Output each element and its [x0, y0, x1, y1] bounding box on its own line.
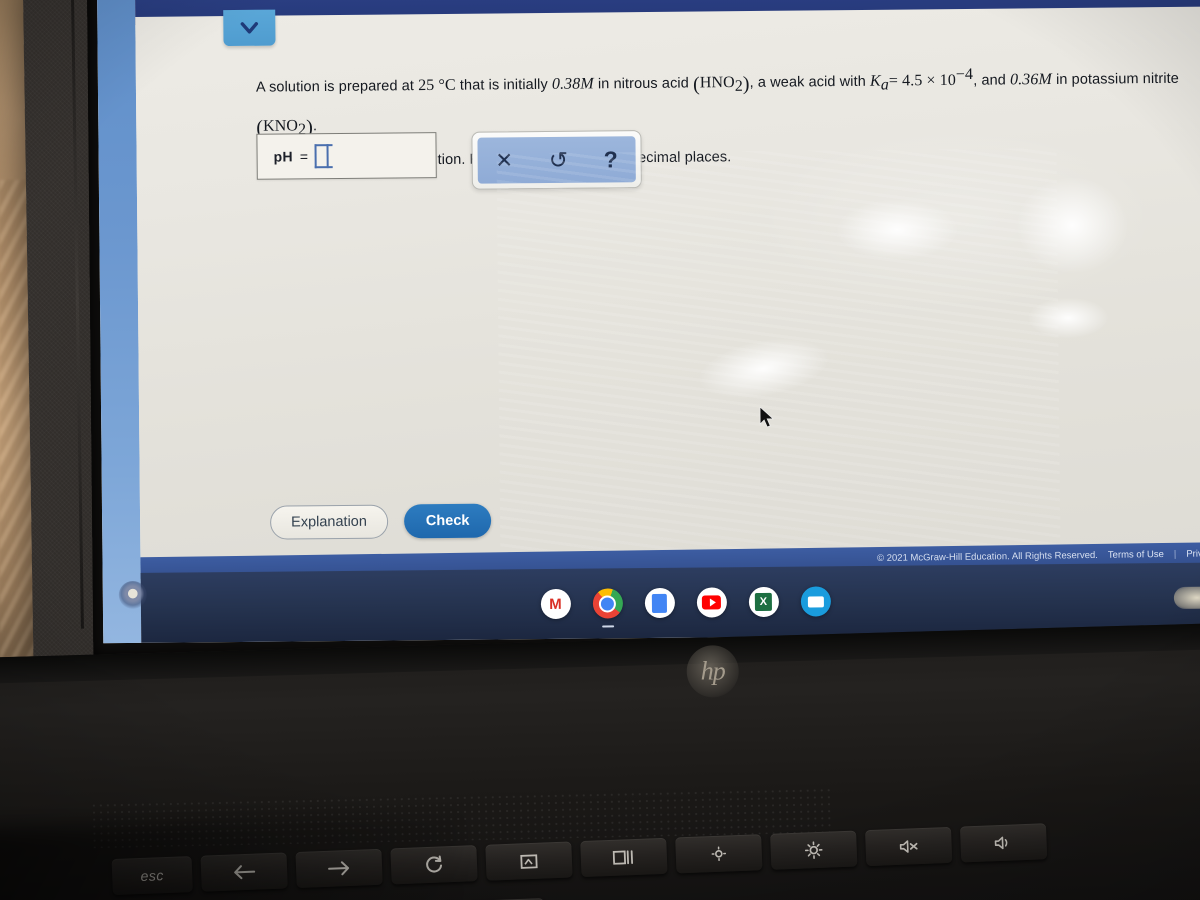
youtube-icon[interactable] — [696, 587, 727, 618]
ka-symbol: K — [869, 72, 881, 90]
laptop-base: hp esc ^ & * — [0, 621, 1200, 900]
salt-formula: KNO — [262, 117, 299, 135]
key-mute[interactable] — [865, 826, 953, 867]
problem-text-3: in nitrous acid — [597, 75, 689, 93]
math-toolbar: ✕ ↺ ? — [471, 130, 642, 190]
screen-sheen — [496, 148, 1061, 574]
key-brightness-down[interactable] — [675, 834, 763, 874]
problem-text-end: . — [312, 118, 318, 135]
key-overview-windows[interactable] — [580, 837, 668, 878]
ka-value: = 4.5 × 10 — [888, 71, 957, 90]
ph-answer-input[interactable]: pH = — [256, 132, 437, 180]
terms-of-use-link[interactable]: Terms of Use — [1108, 549, 1164, 561]
excel-icon[interactable]: X — [748, 586, 779, 618]
problem-text-6: in potassium nitrite — [1055, 70, 1179, 88]
key-volume-down[interactable] — [959, 823, 1048, 863]
chevron-down-icon[interactable] — [223, 9, 276, 47]
acid-subscript: 2 — [734, 77, 743, 95]
problem-text-5: , and — [973, 72, 1007, 89]
explanation-button[interactable]: Explanation — [269, 504, 389, 540]
undo-button[interactable]: ↺ — [549, 146, 569, 172]
screen-glare — [694, 329, 833, 408]
equals-sign: = — [299, 148, 309, 165]
action-buttons: Explanation Check — [269, 503, 492, 540]
clear-button[interactable]: ✕ — [495, 149, 513, 172]
ka-subscript: a — [880, 76, 890, 94]
problem-text-4: , a weak acid with — [749, 73, 866, 91]
temperature-value: 25 °C — [418, 76, 456, 95]
key-fullscreen[interactable] — [485, 841, 573, 881]
ka-exponent: −4 — [955, 65, 974, 84]
copyright-text: © 2021 McGraw-Hill Education. All Rights… — [876, 549, 1098, 564]
question-panel: A solution is prepared at 25 °C that is … — [135, 6, 1200, 574]
math-toolbar-inner: ✕ ↺ ? — [477, 136, 636, 184]
problem-text-1: A solution is prepared at — [255, 78, 415, 96]
acid-formula: HNO — [699, 74, 735, 92]
acid-concentration: 0.38M — [551, 75, 594, 93]
mouse-cursor — [759, 406, 775, 428]
answer-caret — [314, 144, 330, 169]
active-indicator — [601, 625, 614, 628]
chrome-icon[interactable] — [592, 588, 623, 628]
keyboard-shadow — [0, 814, 466, 900]
screen-bezel: Calculating the pH of a buffer A solutio… — [86, 0, 1200, 656]
ph-label: pH — [273, 148, 293, 165]
answer-row: pH = ✕ ↺ ? — [256, 130, 642, 192]
screen-glare — [1028, 297, 1109, 339]
browser-left-gutter — [96, 0, 142, 644]
screen: Calculating the pH of a buffer A solutio… — [96, 0, 1200, 644]
power-indicator-icon — [118, 580, 147, 610]
problem-text-2: that is initially — [459, 76, 548, 94]
google-docs-icon[interactable] — [644, 587, 675, 619]
footer-divider: | — [1173, 548, 1177, 560]
check-button[interactable]: Check — [403, 503, 492, 539]
system-tray[interactable] — [1173, 586, 1200, 610]
privacy-link[interactable]: Privacy — [1186, 548, 1200, 559]
screen-glare — [1016, 177, 1128, 274]
hp-logo: hp — [686, 645, 739, 698]
salt-concentration: 0.36M — [1009, 70, 1052, 89]
google-meet-icon[interactable] — [800, 586, 831, 617]
help-button[interactable]: ? — [604, 146, 618, 172]
key-brightness-up[interactable] — [770, 830, 858, 870]
gmail-icon[interactable]: M — [540, 588, 571, 620]
screen-glare — [837, 199, 958, 261]
